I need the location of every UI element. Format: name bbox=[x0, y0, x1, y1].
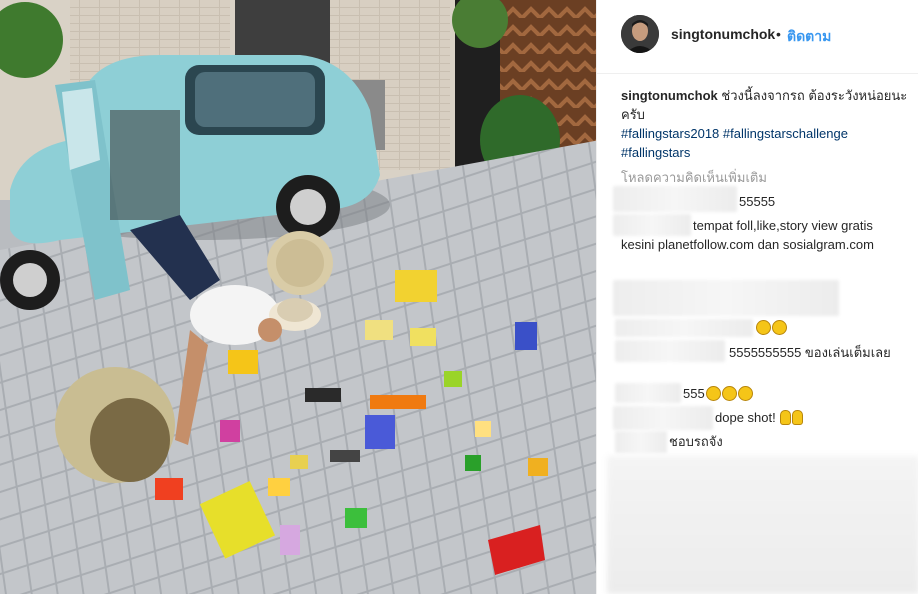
load-more-comments[interactable]: โหลดความคิดเห็นเพิ่มเติม bbox=[621, 167, 767, 188]
avatar-image bbox=[621, 15, 659, 53]
avatar[interactable] bbox=[621, 15, 659, 53]
username-link[interactable]: singtonumchok bbox=[671, 26, 775, 42]
post-header: singtonumchok • ติดตาม bbox=[597, 0, 918, 74]
caption-username[interactable]: singtonumchok bbox=[621, 88, 718, 103]
post-sidebar: singtonumchok • ติดตาม singtonumchok ช่ว… bbox=[596, 0, 918, 594]
laughing-emoji-icon bbox=[772, 320, 787, 335]
comment-text: 555 bbox=[683, 386, 705, 401]
hashtag-fallingstars[interactable]: #fallingstars bbox=[621, 145, 690, 160]
blurred-username bbox=[615, 383, 681, 403]
laughing-emoji-icon bbox=[721, 386, 737, 401]
blurred-username bbox=[615, 319, 753, 337]
comment-text: 55555 bbox=[739, 194, 776, 209]
hashtag-fallingstars2018[interactable]: #fallingstars2018 bbox=[621, 126, 719, 141]
follow-button[interactable]: ติดตาม bbox=[787, 26, 831, 48]
ok-hand-emoji-icon bbox=[780, 410, 792, 425]
separator-dot: • bbox=[776, 26, 781, 42]
laughing-emoji-icon bbox=[756, 320, 771, 335]
comment-line: dope shot! bbox=[715, 408, 804, 427]
blurred-comment bbox=[613, 280, 839, 316]
laughing-emoji-icon bbox=[737, 386, 753, 401]
photo-illustration bbox=[0, 0, 596, 594]
post-caption: singtonumchok ช่วงนี้ลงจากรถ ต้องระวังหน… bbox=[621, 86, 911, 162]
blurred-footer bbox=[607, 456, 918, 594]
laughing-emoji-icon bbox=[705, 386, 721, 401]
hashtag-fallingstarschallenge[interactable]: #fallingstarschallenge bbox=[723, 126, 848, 141]
blurred-username bbox=[613, 186, 737, 212]
ok-hand-emoji-icon bbox=[792, 410, 804, 425]
comment-text: ชอบรถจัง bbox=[669, 434, 723, 449]
blurred-username bbox=[615, 431, 667, 453]
comment-text: 5555555555 ของเล่นเต็มเลย bbox=[729, 345, 891, 360]
comment-text: dope shot! bbox=[715, 410, 776, 425]
post-photo[interactable] bbox=[0, 0, 596, 594]
comment-text: tempat foll,like,story view gratis kesin… bbox=[621, 218, 874, 252]
comment-emojis bbox=[755, 318, 787, 337]
blurred-username bbox=[613, 406, 713, 430]
comment-line: 555 bbox=[683, 384, 753, 403]
